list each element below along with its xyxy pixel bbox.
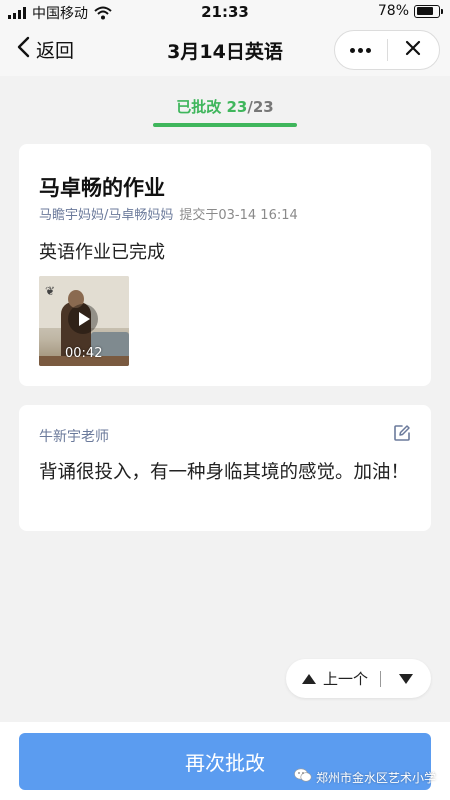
comment-card: 牛新宇老师 背诵很投入，有一种身临其境的感觉。加油！ (19, 405, 431, 531)
watermark: 郑州市金水区艺术小学 (294, 768, 436, 786)
more-dots-icon (350, 47, 372, 53)
bottom-bar: 再次批改 郑州市金水区艺术小学 (0, 722, 450, 800)
progress-total: 23 (252, 98, 274, 116)
nav-bar: 返回 3月14日英语 (0, 24, 450, 76)
submit-time: 提交于03-14 16:14 (179, 208, 298, 223)
battery-fill (416, 7, 433, 15)
progress-label: 已批改 (176, 98, 222, 116)
arrow-up-icon (302, 673, 316, 684)
battery-icon (414, 4, 443, 18)
close-button[interactable] (388, 31, 440, 69)
progress-underline (153, 123, 297, 127)
back-label: 返回 (36, 40, 75, 62)
next-button[interactable] (381, 659, 431, 698)
edit-comment-button[interactable] (393, 424, 411, 446)
pager: 上一个 (286, 659, 431, 698)
homework-content: 英语作业已完成 (39, 242, 165, 263)
submitter-name: 马瞻宇妈妈/马卓畅妈妈 (39, 208, 174, 223)
comment-text: 背诵很投入，有一种身临其境的感觉。加油！ (39, 462, 410, 483)
play-icon (68, 304, 98, 334)
battery-percent: 78% (377, 3, 409, 19)
arrow-down-icon (399, 673, 413, 684)
video-calligraphy: ❦ (45, 284, 56, 298)
progress-text: 已批改 23/23 (0, 96, 450, 117)
status-bar: 中国移动 21:33 78% (0, 0, 450, 24)
teacher-name: 牛新宇老师 (39, 429, 109, 445)
video-duration: 00:42 (65, 346, 103, 361)
close-icon (405, 40, 421, 60)
review-progress: 已批改 23/23 (0, 76, 450, 131)
homework-title: 马卓畅的作业 (39, 176, 165, 200)
more-button[interactable] (335, 31, 387, 69)
progress-done: 23 (226, 98, 248, 116)
previous-label: 上一个 (323, 670, 369, 688)
homework-card: 马卓畅的作业 马瞻宇妈妈/马卓畅妈妈 提交于03-14 16:14 英语作业已完成… (19, 144, 431, 386)
homework-meta: 马瞻宇妈妈/马卓畅妈妈 提交于03-14 16:14 (39, 204, 298, 223)
wechat-icon (294, 768, 312, 786)
video-thumbnail[interactable]: ❦ 00:42 (39, 276, 129, 366)
watermark-text: 郑州市金水区艺术小学 (315, 770, 436, 785)
status-right: 78% (377, 3, 443, 19)
back-chevron-icon (16, 36, 30, 63)
menu-capsule (334, 30, 440, 70)
back-button[interactable]: 返回 (16, 36, 74, 63)
edit-icon (393, 425, 411, 446)
previous-button[interactable]: 上一个 (286, 659, 368, 698)
